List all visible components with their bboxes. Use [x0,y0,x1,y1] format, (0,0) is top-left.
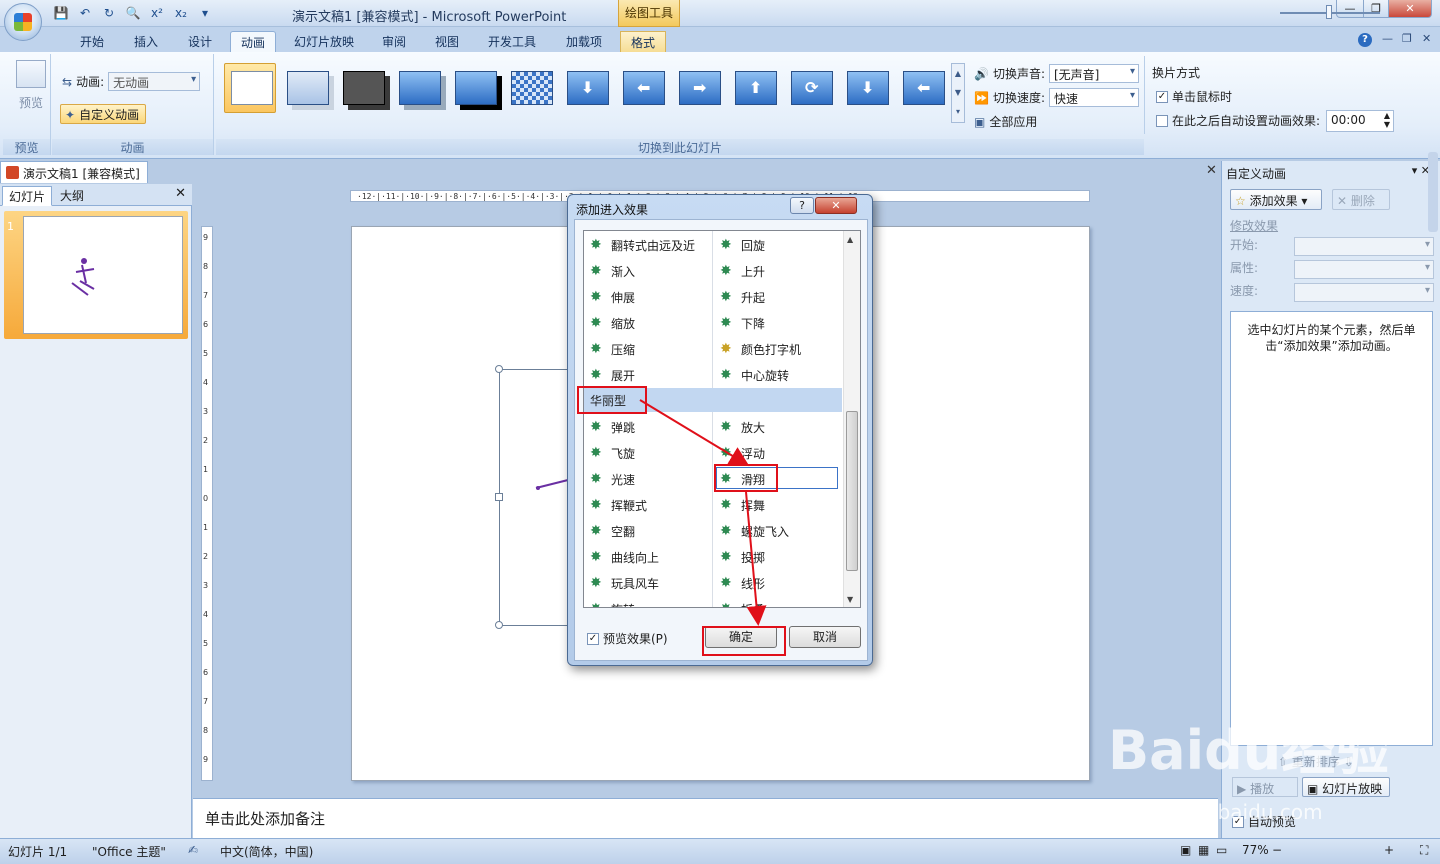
remove-label: 删除 [1350,194,1375,208]
start-label: 开始: [1230,238,1259,252]
property-label: 属性: [1230,261,1259,275]
office-button[interactable] [4,3,42,41]
spellcheck-icon[interactable]: ✍ [188,843,198,857]
zoom-out-icon[interactable]: − [1272,843,1282,857]
modify-effect-label: 修改效果 [1230,219,1279,233]
office-logo-icon [14,13,32,31]
start-select[interactable] [1294,237,1434,256]
add-effect-button[interactable]: ☆ 添加效果 ▾ [1230,189,1322,210]
animation-list-hint: 选中幻灯片的某个元素，然后单击“添加效果”添加动画。 [1247,323,1416,353]
add-effect-star-icon: ☆ [1235,194,1246,208]
normal-view-icon[interactable]: ▣ [1180,843,1191,857]
baidu-watermark-url: jingyan.baidu.com [1138,800,1323,824]
slide-sorter-icon[interactable]: ▦ [1198,843,1209,857]
animation-list[interactable]: 选中幻灯片的某个元素，然后单击“添加效果”添加动画。 [1230,311,1433,746]
status-bar: 幻灯片 1/1 "Office 主题" ✍ 中文(简体，中国) ▣ ▦ ▭ 77… [0,838,1440,864]
add-effect-label: 添加效果 [1249,194,1298,208]
baidu-watermark-logo: Baidu经验 [1108,719,1390,782]
fit-to-window-icon[interactable]: ⛶ [1420,843,1428,858]
remove-button[interactable]: ✕ 删除 [1332,189,1390,210]
language-indicator: 中文(简体，中国) [220,845,314,859]
slide-counter: 幻灯片 1/1 [8,845,68,859]
task-pane-title: 自定义动画 [1226,167,1287,181]
theme-name: "Office 主题" [92,845,166,859]
remove-icon: ✕ [1337,194,1348,208]
zoom-in-icon[interactable]: + [1384,843,1394,857]
property-select[interactable] [1294,260,1434,279]
speed-select[interactable] [1294,283,1434,302]
zoom-level[interactable]: 77% [1242,843,1269,857]
task-pane-scrollbar[interactable] [1428,152,1438,232]
zoom-slider-thumb[interactable] [1326,5,1332,19]
slideshow-view-icon[interactable]: ▭ [1216,843,1227,857]
speed-label: 速度: [1230,284,1259,298]
